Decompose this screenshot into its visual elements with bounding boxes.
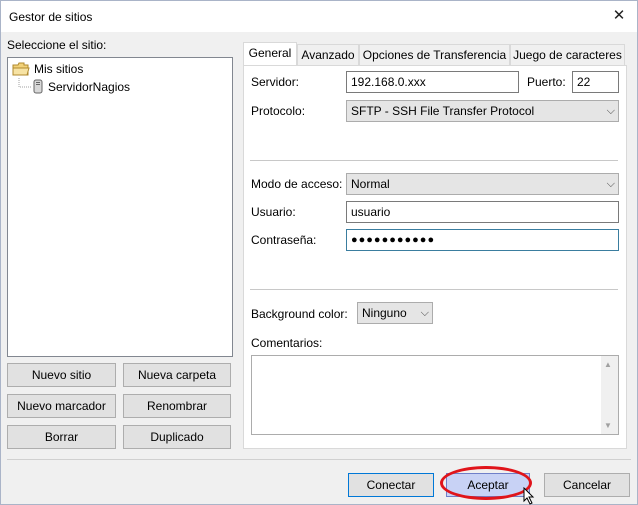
site-manager-window: Gestor de sitios ✕ Seleccione el sitio: … bbox=[0, 0, 638, 505]
tree-item-servidornagios[interactable]: ServidorNagios bbox=[32, 79, 130, 95]
window-title: Gestor de sitios bbox=[9, 10, 93, 24]
connect-button[interactable]: Conectar bbox=[348, 473, 434, 497]
access-mode-value: Normal bbox=[351, 177, 390, 191]
folder-icon bbox=[12, 62, 30, 76]
accept-button[interactable]: Aceptar bbox=[446, 473, 530, 497]
new-folder-button[interactable]: Nueva carpeta bbox=[123, 363, 231, 387]
bg-color-select[interactable]: Ninguno ⌵ bbox=[357, 302, 433, 324]
tree-connector bbox=[18, 78, 31, 88]
server-icon bbox=[33, 79, 43, 94]
port-field[interactable]: 22 bbox=[572, 71, 619, 93]
comments-textarea[interactable]: ▲ ▼ bbox=[251, 355, 619, 435]
new-bookmark-button[interactable]: Nuevo marcador bbox=[7, 394, 116, 418]
separator bbox=[250, 289, 618, 290]
access-mode-label: Modo de acceso: bbox=[251, 177, 343, 191]
bg-color-label: Background color: bbox=[251, 307, 348, 321]
password-field[interactable]: ●●●●●●●●●●● bbox=[346, 229, 619, 251]
protocol-label: Protocolo: bbox=[251, 104, 306, 118]
port-label: Puerto: bbox=[527, 75, 566, 89]
tab-charset[interactable]: Juego de caracteres bbox=[510, 44, 625, 65]
protocol-select[interactable]: SFTP - SSH File Transfer Protocol ⌵ bbox=[346, 100, 619, 122]
protocol-value: SFTP - SSH File Transfer Protocol bbox=[351, 104, 535, 118]
scroll-up-icon[interactable]: ▲ bbox=[604, 360, 612, 369]
mouse-cursor-icon bbox=[523, 487, 535, 505]
user-field[interactable]: usuario bbox=[346, 201, 619, 223]
scrollbar[interactable]: ▲ ▼ bbox=[601, 356, 618, 434]
server-field[interactable]: 192.168.0.xxx bbox=[346, 71, 519, 93]
duplicate-button[interactable]: Duplicado bbox=[123, 425, 231, 449]
password-label: Contraseña: bbox=[251, 233, 317, 247]
bg-color-value: Ninguno bbox=[362, 306, 407, 320]
comments-label: Comentarios: bbox=[251, 336, 323, 350]
footer-separator bbox=[7, 459, 631, 460]
chevron-down-icon: ⌵ bbox=[606, 105, 615, 117]
rename-button[interactable]: Renombrar bbox=[123, 394, 231, 418]
separator bbox=[250, 160, 618, 161]
scroll-down-icon[interactable]: ▼ bbox=[604, 421, 612, 430]
site-tree[interactable]: Mis sitios ServidorNagios bbox=[7, 57, 233, 357]
tab-transfer-options[interactable]: Opciones de Transferencia bbox=[359, 44, 510, 65]
server-label: Servidor: bbox=[251, 75, 300, 89]
title-bar: Gestor de sitios ✕ bbox=[1, 1, 637, 32]
chevron-down-icon: ⌵ bbox=[606, 178, 615, 190]
tab-general[interactable]: General bbox=[243, 42, 297, 65]
tree-item-label: ServidorNagios bbox=[48, 80, 131, 94]
chevron-down-icon: ⌵ bbox=[420, 307, 429, 319]
user-label: Usuario: bbox=[251, 205, 296, 219]
access-mode-select[interactable]: Normal ⌵ bbox=[346, 173, 619, 195]
tree-item-label: Mis sitios bbox=[34, 62, 84, 76]
cancel-button[interactable]: Cancelar bbox=[544, 473, 630, 497]
delete-button[interactable]: Borrar bbox=[7, 425, 116, 449]
tree-item-mis-sitios[interactable]: Mis sitios bbox=[12, 62, 83, 76]
select-site-label: Seleccione el sitio: bbox=[7, 38, 107, 52]
tab-avanzado[interactable]: Avanzado bbox=[297, 44, 359, 65]
close-icon[interactable]: ✕ bbox=[607, 5, 631, 27]
new-site-button[interactable]: Nuevo sitio bbox=[7, 363, 116, 387]
